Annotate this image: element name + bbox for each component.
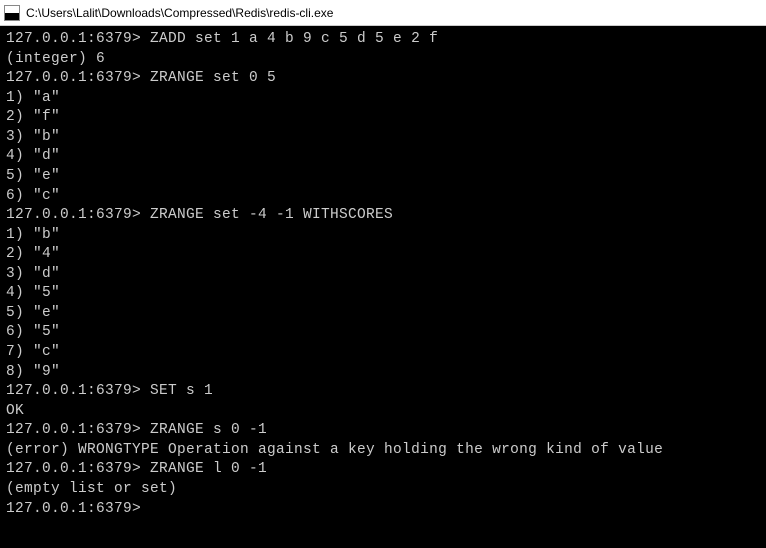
- terminal-line: 8) "9": [6, 363, 760, 383]
- app-icon: [4, 5, 20, 21]
- terminal-line: 6) "c": [6, 187, 760, 207]
- window-title: C:\Users\Lalit\Downloads\Compressed\Redi…: [26, 6, 333, 20]
- terminal-line: 2) "4": [6, 245, 760, 265]
- terminal-line: 4) "d": [6, 147, 760, 167]
- terminal-line: 7) "c": [6, 343, 760, 363]
- terminal-line: 127.0.0.1:6379> SET s 1: [6, 382, 760, 402]
- terminal-prompt[interactable]: 127.0.0.1:6379>: [6, 500, 760, 520]
- terminal-line: (empty list or set): [6, 480, 760, 500]
- terminal-line: 5) "e": [6, 304, 760, 324]
- terminal-line: OK: [6, 402, 760, 422]
- terminal-line: 1) "b": [6, 226, 760, 246]
- terminal-line: 127.0.0.1:6379> ZRANGE s 0 -1: [6, 421, 760, 441]
- terminal-line: (error) WRONGTYPE Operation against a ke…: [6, 441, 760, 461]
- window-titlebar[interactable]: C:\Users\Lalit\Downloads\Compressed\Redi…: [0, 0, 766, 26]
- terminal-output[interactable]: 127.0.0.1:6379> ZADD set 1 a 4 b 9 c 5 d…: [0, 26, 766, 523]
- terminal-line: 2) "f": [6, 108, 760, 128]
- terminal-line: 127.0.0.1:6379> ZRANGE set 0 5: [6, 69, 760, 89]
- terminal-line: 127.0.0.1:6379> ZRANGE l 0 -1: [6, 460, 760, 480]
- terminal-line: 3) "b": [6, 128, 760, 148]
- terminal-line: (integer) 6: [6, 50, 760, 70]
- terminal-line: 3) "d": [6, 265, 760, 285]
- terminal-line: 127.0.0.1:6379> ZRANGE set -4 -1 WITHSCO…: [6, 206, 760, 226]
- terminal-line: 4) "5": [6, 284, 760, 304]
- terminal-line: 127.0.0.1:6379> ZADD set 1 a 4 b 9 c 5 d…: [6, 30, 760, 50]
- terminal-line: 6) "5": [6, 323, 760, 343]
- terminal-line: 1) "a": [6, 89, 760, 109]
- terminal-line: 5) "e": [6, 167, 760, 187]
